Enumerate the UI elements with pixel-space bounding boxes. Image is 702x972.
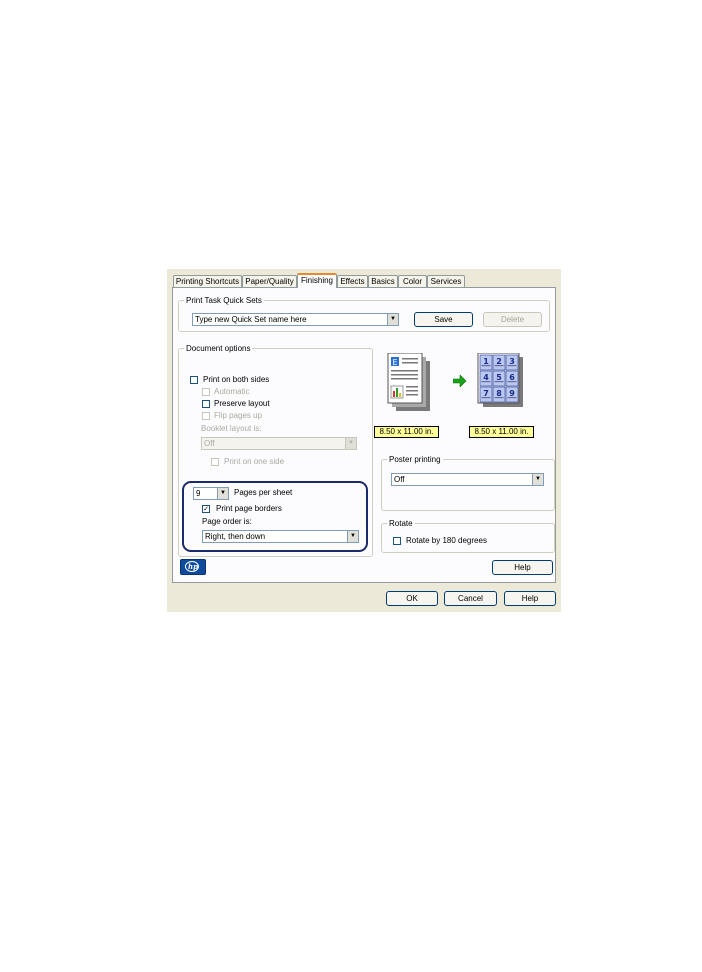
print-both-sides-checkbox[interactable] (190, 376, 198, 384)
nup-number: 4 (483, 373, 489, 382)
pages-per-sheet-combo[interactable]: 9 ▼ (193, 487, 229, 500)
tab-color[interactable]: Color (398, 275, 427, 287)
pages-per-sheet-label: Pages per sheet (234, 488, 293, 497)
nup-number: 6 (509, 373, 515, 382)
tab-paper-quality[interactable]: Paper/Quality (242, 275, 297, 287)
rotate-legend: Rotate (387, 518, 415, 529)
nup-thumbnail: 4 (479, 370, 493, 387)
nup-number: 5 (496, 373, 502, 382)
chevron-down-icon[interactable]: ▼ (387, 314, 398, 325)
nup-number: 3 (509, 357, 515, 366)
document-options-legend: Document options (184, 343, 253, 354)
svg-text:E: E (392, 358, 397, 367)
page-order-label: Page order is: (202, 517, 252, 526)
printer-properties-dialog: Printing Shortcuts Paper/Quality Finishi… (167, 269, 561, 612)
nup-thumbnail: 9 (505, 386, 519, 403)
output-nup-preview-icon: 1 2 3 4 5 6 7 8 9 (477, 353, 523, 407)
automatic-checkbox[interactable] (202, 388, 210, 396)
nup-number: 9 (509, 389, 515, 398)
poster-printing-group: Poster printing Off ▼ (381, 454, 555, 511)
nup-thumbnail: 7 (479, 386, 493, 403)
hp-logo: hp (180, 559, 206, 575)
tab-finishing[interactable]: Finishing (297, 273, 337, 288)
delete-button[interactable]: Delete (483, 312, 542, 327)
nup-thumbnail: 6 (505, 370, 519, 387)
quick-set-name-combo[interactable]: Type new Quick Set name here ▼ (192, 313, 399, 326)
tab-basics[interactable]: Basics (368, 275, 398, 287)
page-order-value: Right, then down (205, 532, 266, 541)
pages-per-sheet-value: 9 (196, 489, 201, 498)
tab-effects[interactable]: Effects (337, 275, 368, 287)
preserve-layout-checkbox[interactable] (202, 400, 210, 408)
preserve-layout-label: Preserve layout (214, 399, 270, 408)
chevron-down-icon[interactable]: ▼ (347, 531, 358, 542)
quick-sets-legend: Print Task Quick Sets (184, 295, 264, 306)
panel-help-button[interactable]: Help (492, 560, 553, 575)
output-size-label: 8.50 x 11.00 in. (469, 426, 534, 438)
tab-services[interactable]: Services (427, 275, 465, 287)
booklet-layout-label: Booklet layout is: (201, 424, 262, 433)
rotate-180-label: Rotate by 180 degrees (406, 536, 487, 545)
booklet-layout-value: Off (204, 439, 215, 448)
nup-number: 1 (483, 357, 489, 366)
flip-pages-up-checkbox[interactable] (202, 412, 210, 420)
booklet-layout-combo[interactable]: Off ▼ (201, 437, 357, 450)
nup-thumbnail: 1 (479, 354, 493, 371)
quick-sets-group: Print Task Quick Sets Type new Quick Set… (178, 295, 550, 332)
ok-button[interactable]: OK (386, 591, 438, 606)
nup-number: 8 (496, 389, 502, 398)
print-page-borders-label: Print page borders (216, 504, 282, 513)
print-both-sides-label: Print on both sides (203, 375, 270, 384)
cancel-button[interactable]: Cancel (444, 591, 497, 606)
nup-thumbnail: 3 (505, 354, 519, 371)
poster-printing-combo[interactable]: Off ▼ (391, 473, 544, 486)
print-page-borders-checkbox[interactable]: ✓ (202, 505, 210, 513)
input-document-preview-icon: E (387, 353, 430, 411)
automatic-label: Automatic (214, 387, 250, 396)
poster-printing-value: Off (394, 475, 405, 484)
chevron-down-icon[interactable]: ▼ (345, 438, 356, 449)
nup-number: 7 (483, 389, 489, 398)
chevron-down-icon[interactable]: ▼ (217, 488, 228, 499)
rotate-180-checkbox[interactable] (393, 537, 401, 545)
poster-printing-legend: Poster printing (387, 454, 443, 465)
green-arrow-icon (453, 375, 467, 387)
input-size-label: 8.50 x 11.00 in. (374, 426, 439, 438)
print-on-one-side-label: Print on one side (224, 457, 285, 466)
hp-logo-mark: hp (188, 562, 198, 571)
chevron-down-icon[interactable]: ▼ (532, 474, 543, 485)
nup-thumbnail: 2 (492, 354, 506, 371)
tab-printing-shortcuts[interactable]: Printing Shortcuts (173, 275, 242, 287)
nup-thumbnail: 8 (492, 386, 506, 403)
save-button[interactable]: Save (414, 312, 473, 327)
nup-number: 2 (496, 357, 502, 366)
page-order-combo[interactable]: Right, then down ▼ (202, 530, 359, 543)
quick-set-name-value: Type new Quick Set name here (195, 315, 307, 324)
print-on-one-side-checkbox[interactable] (211, 458, 219, 466)
nup-thumbnail: 5 (492, 370, 506, 387)
rotate-group: Rotate Rotate by 180 degrees (381, 518, 555, 553)
flip-pages-up-label: Flip pages up (214, 411, 263, 420)
help-button[interactable]: Help (504, 591, 556, 606)
finishing-panel: Print Task Quick Sets Type new Quick Set… (172, 287, 556, 583)
